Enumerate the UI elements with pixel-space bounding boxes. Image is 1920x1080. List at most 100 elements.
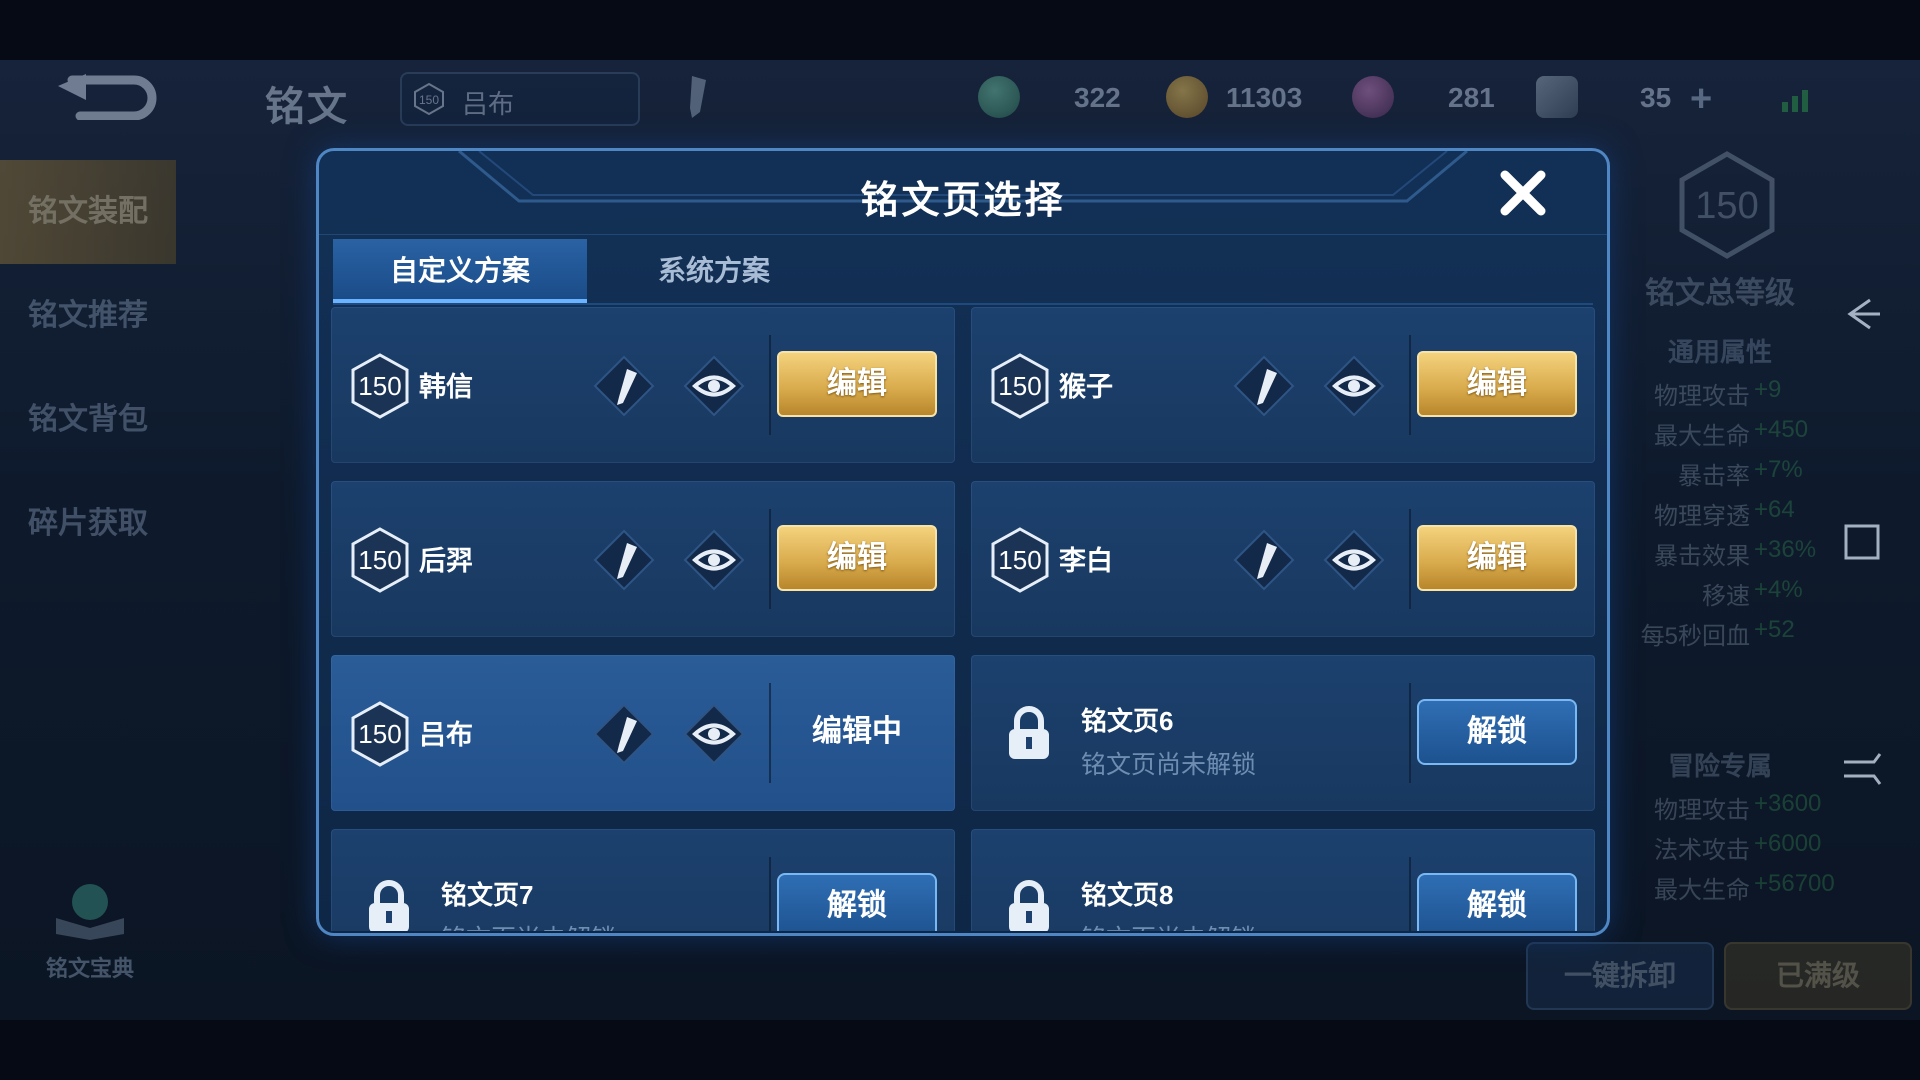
page-name: 铭文页7 <box>441 880 534 910</box>
hero-name: 后羿 <box>419 546 473 576</box>
resource-value: 35 <box>1640 82 1672 113</box>
page-card[interactable]: 150 后羿 编辑 <box>331 481 955 637</box>
page-card-current[interactable]: 150 吕布 编辑中 <box>331 655 955 811</box>
hero-selector[interactable]: 150 吕布 <box>400 72 640 126</box>
left-nav: 铭文装配 铭文推荐 铭文背包 碎片获取 <box>0 160 176 576</box>
book-label: 铭文宝典 <box>45 956 134 981</box>
nav-item-assemble[interactable]: 铭文装配 <box>0 160 176 264</box>
unlock-button[interactable]: 解锁 <box>777 873 937 931</box>
locked-hint: 铭文页尚未解锁 <box>1081 919 1256 931</box>
close-icon[interactable] <box>1495 165 1551 221</box>
resource-value: 11303 <box>1226 82 1303 113</box>
eye-icon[interactable] <box>683 355 745 417</box>
divider <box>769 509 771 609</box>
attr-row: 最大生命 +56700 <box>1600 870 1860 906</box>
resource-value: 322 <box>1074 82 1121 113</box>
svg-text:150: 150 <box>358 719 401 749</box>
back-arrow-icon[interactable] <box>50 72 160 120</box>
square-icon[interactable] <box>1840 520 1884 564</box>
level-hexagon-icon: 150 <box>414 82 444 116</box>
nav-item-recommend[interactable]: 铭文推荐 <box>0 264 176 368</box>
maxed-button[interactable]: 已满级 <box>1724 942 1912 1010</box>
resource-gold: 11303 <box>1166 72 1366 122</box>
remove-all-button[interactable]: 一键拆卸 <box>1526 942 1714 1010</box>
divider <box>1409 683 1411 783</box>
eye-icon[interactable] <box>683 529 745 591</box>
recent-apps-icon[interactable] <box>1840 746 1884 790</box>
edit-button[interactable]: 编辑 <box>1417 351 1577 417</box>
attr-row: 物理攻击 +9 <box>1600 376 1860 412</box>
eye-icon[interactable] <box>1323 529 1385 591</box>
attr-name: 最大生命 <box>1654 877 1750 904</box>
page-card[interactable]: 150 韩信 编辑 <box>331 307 955 463</box>
pencil-icon[interactable] <box>1233 355 1295 417</box>
resource-shards: 35 <box>1536 72 1696 122</box>
nav-item-backpack[interactable]: 铭文背包 <box>0 368 176 472</box>
page-card[interactable]: 150 李白 编辑 <box>971 481 1595 637</box>
signal-icon <box>1782 90 1808 112</box>
attr-row: 最大生命 +450 <box>1600 416 1860 452</box>
general-attrs-title: 通用属性 <box>1667 337 1772 367</box>
dialog-title: 铭文页选择 <box>860 180 1066 222</box>
hero-name: 李白 <box>1059 546 1113 576</box>
total-level-hexagon-icon: 150 <box>1679 151 1775 259</box>
page-grid: 150 韩信 编辑 150 猴子 编辑 150 后羿 编辑 150 李白 编辑 … <box>331 307 1595 931</box>
divider <box>769 335 771 435</box>
page-card[interactable]: 150 猴子 编辑 <box>971 307 1595 463</box>
inscription-page-dialog: 铭文页选择 自定义方案 系统方案 150 韩信 编辑 150 猴子 编辑 150… <box>316 148 1610 936</box>
attr-value: +36% <box>1754 536 1817 563</box>
page-card-locked[interactable]: 铭文页7 铭文页尚未解锁 解锁 <box>331 829 955 931</box>
divider <box>769 683 771 783</box>
hero-name: 吕布 <box>419 720 473 750</box>
attr-row: 法术攻击 +6000 <box>1600 830 1860 866</box>
edit-button[interactable]: 编辑 <box>777 351 937 417</box>
resource-crystal: 281 <box>1352 72 1532 122</box>
page-card-locked[interactable]: 铭文页6 铭文页尚未解锁 解锁 <box>971 655 1595 811</box>
level-hexagon-icon: 150 <box>991 527 1049 593</box>
attr-row: 物理攻击 +3600 <box>1600 790 1860 826</box>
attr-name: 暴击效果 <box>1654 543 1750 570</box>
attr-name: 物理攻击 <box>1654 383 1750 410</box>
attr-row: 移速 +4% <box>1600 576 1860 612</box>
unlock-button[interactable]: 解锁 <box>1417 873 1577 931</box>
attr-name: 每5秒回血 <box>1640 623 1750 650</box>
level-hexagon-icon: 150 <box>351 353 409 419</box>
pencil-icon[interactable] <box>593 703 655 765</box>
game-screen: 铭文 150 吕布 322 11303 281 35 + 铭文装配 铭文推荐 铭… <box>0 60 1920 1020</box>
pencil-icon[interactable] <box>686 74 710 118</box>
attr-row: 暴击效果 +36% <box>1600 536 1860 572</box>
edit-button[interactable]: 编辑 <box>1417 525 1577 591</box>
svg-text:150: 150 <box>998 371 1041 401</box>
unlock-button[interactable]: 解锁 <box>1417 699 1577 765</box>
lock-icon <box>1009 706 1049 759</box>
plus-icon[interactable]: + <box>1690 78 1712 121</box>
attr-row: 物理穿透 +64 <box>1600 496 1860 532</box>
attr-value: +4% <box>1754 576 1803 603</box>
arrow-left-icon[interactable] <box>1840 292 1884 336</box>
right-stats-panel: 150 铭文总等级 通用属性 物理攻击 +9 最大生命 +450 暴击率 +7% 物理… <box>1600 150 1860 1010</box>
nav-item-fragments[interactable]: 碎片获取 <box>0 472 176 576</box>
divider <box>769 857 771 931</box>
svg-text:150: 150 <box>1695 185 1758 227</box>
pencil-icon[interactable] <box>1233 529 1295 591</box>
attr-value: +3600 <box>1754 790 1822 817</box>
level-hexagon-icon: 150 <box>351 527 409 593</box>
attr-value: +64 <box>1754 496 1795 523</box>
inscription-guide-button[interactable]: 铭文宝典 <box>40 880 140 990</box>
shard-icon <box>1536 76 1578 118</box>
pencil-icon[interactable] <box>593 355 655 417</box>
green-gem-icon <box>978 76 1020 118</box>
tab-custom[interactable]: 自定义方案 <box>333 239 587 303</box>
adventure-attrs-title: 冒险专属 <box>1667 751 1772 781</box>
attr-value: +450 <box>1754 416 1809 443</box>
pencil-icon[interactable] <box>593 529 655 591</box>
eye-icon[interactable] <box>1323 355 1385 417</box>
tab-system[interactable]: 系统方案 <box>587 239 841 303</box>
edit-button[interactable]: 编辑 <box>777 525 937 591</box>
eye-icon[interactable] <box>683 703 745 765</box>
hero-name: 吕布 <box>462 89 515 119</box>
divider <box>1409 857 1411 931</box>
page-card-locked[interactable]: 铭文页8 铭文页尚未解锁 解锁 <box>971 829 1595 931</box>
attr-value: +56700 <box>1754 870 1835 897</box>
hero-name: 猴子 <box>1059 372 1113 402</box>
